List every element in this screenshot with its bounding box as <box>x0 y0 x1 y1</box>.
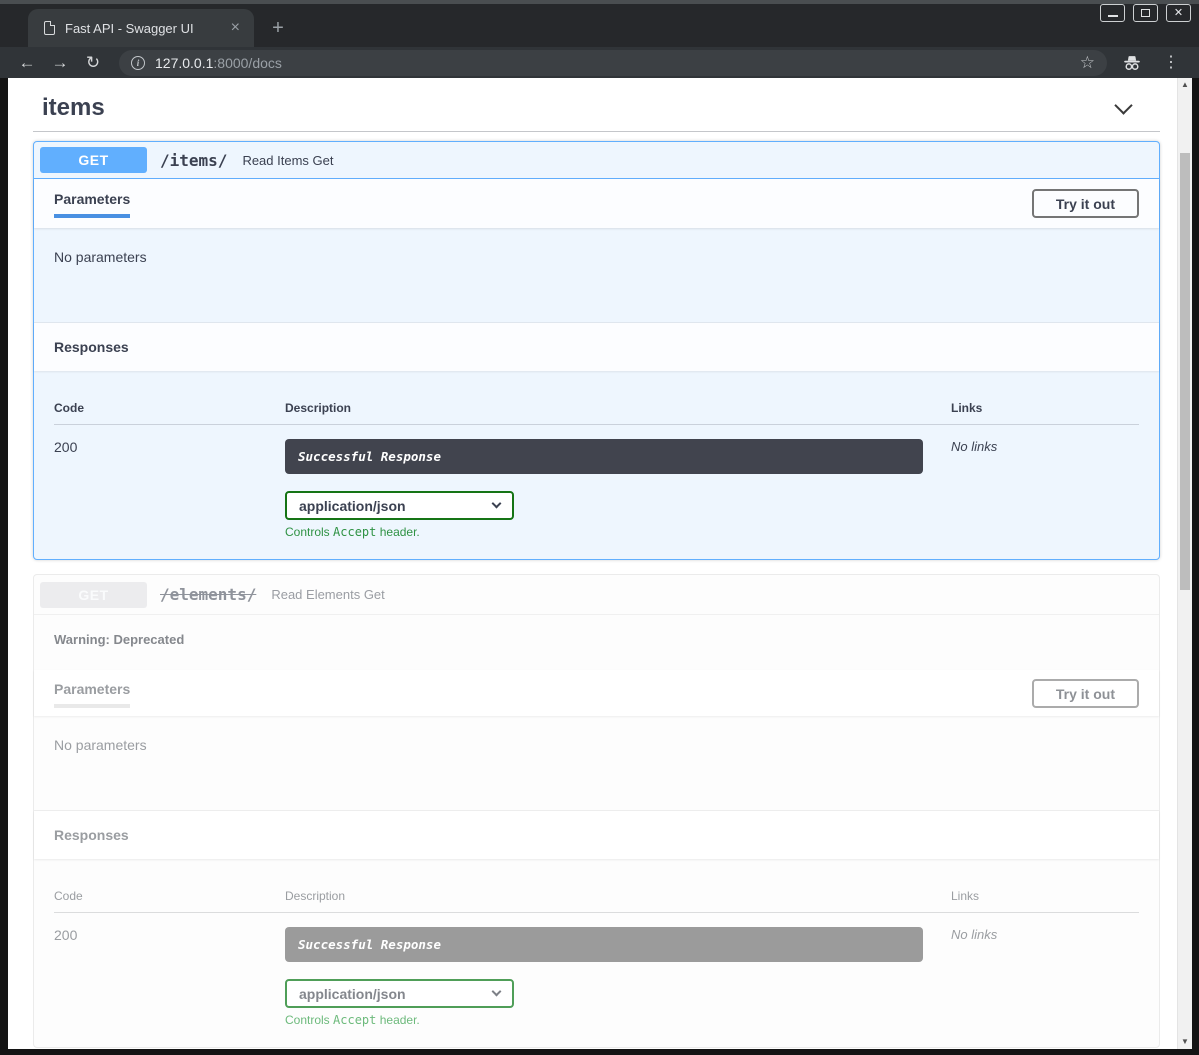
browser-toolbar: ← → ↻ i 127.0.0.1:8000/docs ☆ ⋮ <box>0 47 1199 78</box>
method-badge: GET <box>40 147 147 173</box>
opblock-get-elements-deprecated: GET /elements/ Read Elements Get Warning… <box>33 574 1160 1048</box>
col-header-code: Code <box>54 889 285 903</box>
response-description-cell: Successful Response application/json Con… <box>285 439 951 539</box>
response-links: No links <box>951 927 1139 1027</box>
col-header-description: Description <box>285 401 951 415</box>
browser-titlebar: Fast API - Swagger UI × + ✕ <box>0 0 1199 47</box>
endpoint-path: /items/ <box>160 151 227 170</box>
responses-table-head: Code Description Links <box>54 387 1139 425</box>
endpoint-path: /elements/ <box>160 585 256 604</box>
response-code: 200 <box>54 927 285 1027</box>
media-type-select[interactable]: application/json <box>285 491 514 520</box>
maximize-button[interactable] <box>1133 4 1158 22</box>
accept-header-note: Controls Accept header. <box>285 1013 951 1027</box>
deprecated-warning: Warning: Deprecated <box>34 615 1159 670</box>
page-scrollbar[interactable]: ▲ ▼ <box>1177 78 1192 1049</box>
tab-close-icon[interactable]: × <box>227 18 244 38</box>
back-icon[interactable]: ← <box>14 54 40 71</box>
tag-title: items <box>42 94 105 122</box>
endpoint-summary: Read Elements Get <box>271 587 384 602</box>
scroll-up-icon[interactable]: ▲ <box>1178 78 1192 92</box>
site-info-icon[interactable]: i <box>131 56 145 70</box>
swagger-ui-content: items GET /items/ Read Items Get Paramet… <box>8 78 1177 1049</box>
response-description-cell: Successful Response application/json Con… <box>285 927 951 1027</box>
no-parameters-text: No parameters <box>34 228 1159 323</box>
response-code: 200 <box>54 439 285 539</box>
address-bar[interactable]: i 127.0.0.1:8000/docs ☆ <box>119 50 1107 76</box>
response-links: No links <box>951 439 1139 539</box>
minimize-icon <box>1108 15 1118 17</box>
col-header-links: Links <box>951 889 1139 903</box>
opblock-get-items: GET /items/ Read Items Get Parameters Tr… <box>33 141 1160 560</box>
col-header-links: Links <box>951 401 1139 415</box>
col-header-description: Description <box>285 889 951 903</box>
tag-divider <box>33 131 1160 132</box>
endpoint-summary: Read Items Get <box>242 153 333 168</box>
browser-tab[interactable]: Fast API - Swagger UI × <box>28 9 254 47</box>
no-parameters-text: No parameters <box>34 716 1159 811</box>
opblock-summary[interactable]: GET /items/ Read Items Get <box>34 142 1159 179</box>
tab-title: Fast API - Swagger UI <box>65 21 227 36</box>
tag-section-header[interactable]: items <box>33 90 1160 122</box>
close-icon: ✕ <box>1174 8 1183 19</box>
method-badge: GET <box>40 582 147 608</box>
tab-parameters[interactable]: Parameters <box>54 681 130 708</box>
responses-title: Responses <box>54 339 129 355</box>
chevron-down-icon[interactable] <box>1114 96 1132 114</box>
responses-table: Code Description Links 200 Successful Re… <box>34 371 1159 559</box>
url-text: 127.0.0.1:8000/docs <box>155 55 282 71</box>
page-favicon-icon <box>44 21 55 35</box>
page-viewport: items GET /items/ Read Items Get Paramet… <box>8 78 1192 1049</box>
response-description: Successful Response <box>285 927 923 962</box>
opblock-summary[interactable]: GET /elements/ Read Elements Get <box>34 575 1159 615</box>
responses-header: Responses <box>34 323 1159 371</box>
browser-menu-icon[interactable]: ⋮ <box>1157 55 1185 71</box>
scroll-down-icon[interactable]: ▼ <box>1178 1035 1192 1049</box>
url-host: 127.0.0.1 <box>155 55 213 71</box>
select-chevron-icon <box>492 987 502 997</box>
bookmark-star-icon[interactable]: ☆ <box>1080 54 1095 71</box>
incognito-icon <box>1121 55 1143 71</box>
scrollbar-thumb[interactable] <box>1180 153 1190 590</box>
accept-header-note: Controls Accept header. <box>285 525 951 539</box>
try-it-out-button[interactable]: Try it out <box>1032 679 1139 708</box>
response-row-200: 200 Successful Response application/json… <box>54 425 1139 539</box>
parameters-header: Parameters Try it out <box>34 670 1159 716</box>
new-tab-button[interactable]: + <box>264 14 292 42</box>
media-type-select[interactable]: application/json <box>285 979 514 1008</box>
forward-icon[interactable]: → <box>47 54 73 71</box>
response-row-200: 200 Successful Response application/json… <box>54 913 1139 1027</box>
url-path: :8000/docs <box>213 55 282 71</box>
response-description: Successful Response <box>285 439 923 474</box>
maximize-icon <box>1141 9 1150 17</box>
reload-icon[interactable]: ↻ <box>80 54 106 71</box>
window-controls: ✕ <box>1100 4 1191 22</box>
col-header-code: Code <box>54 401 285 415</box>
responses-table-head: Code Description Links <box>54 875 1139 913</box>
parameters-header: Parameters Try it out <box>34 179 1159 228</box>
minimize-button[interactable] <box>1100 4 1125 22</box>
try-it-out-button[interactable]: Try it out <box>1032 189 1139 218</box>
responses-header: Responses <box>34 811 1159 859</box>
tab-parameters[interactable]: Parameters <box>54 191 130 218</box>
responses-title: Responses <box>54 827 129 843</box>
select-chevron-icon <box>492 499 502 509</box>
responses-table: Code Description Links 200 Successful Re… <box>34 859 1159 1047</box>
close-button[interactable]: ✕ <box>1166 4 1191 22</box>
media-type-value: application/json <box>299 986 406 1002</box>
media-type-value: application/json <box>299 498 406 514</box>
